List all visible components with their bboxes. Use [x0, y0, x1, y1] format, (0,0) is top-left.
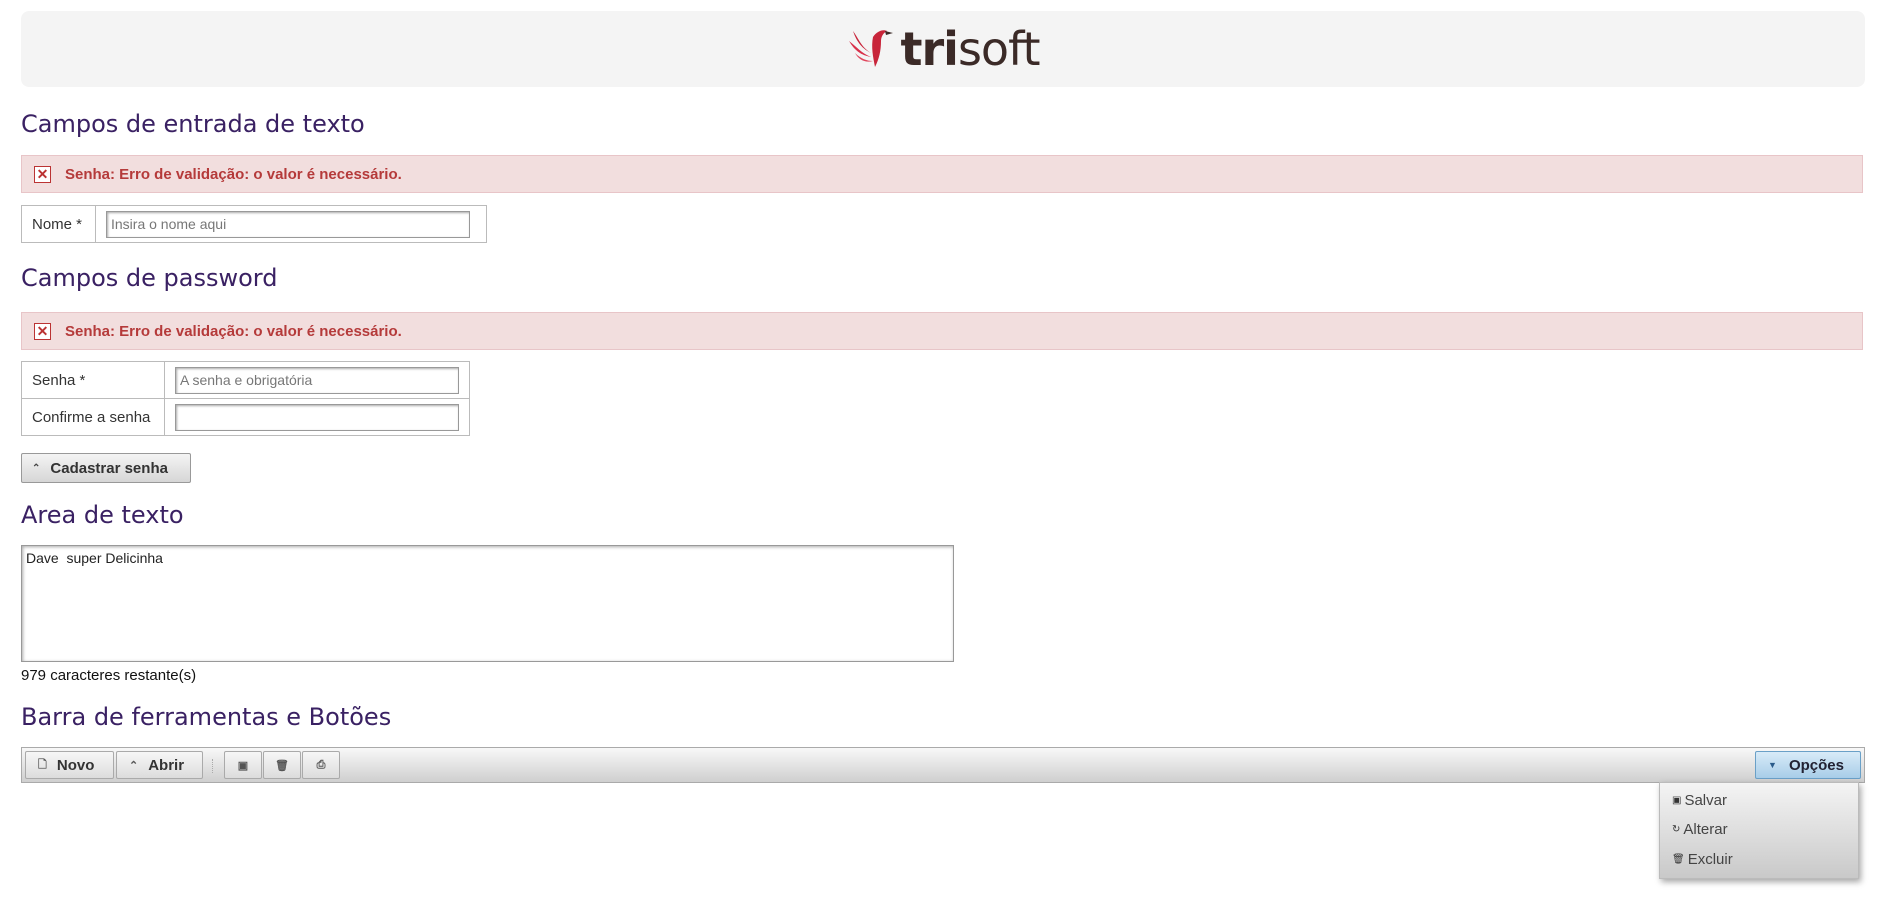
- trash-icon: 🗑: [1672, 854, 1685, 865]
- senha-input[interactable]: [175, 366, 459, 394]
- save-button[interactable]: ▣: [224, 751, 262, 779]
- novo-label: Novo: [56, 756, 95, 774]
- menu-item-excluir[interactable]: 🗑 Excluir: [1672, 851, 1733, 868]
- error-message-password: ✕ Senha: Erro de validação: o valor é ne…: [21, 312, 1863, 350]
- section-title-password: Campos de password: [21, 264, 278, 292]
- abrir-button[interactable]: ⌃ Abrir: [116, 751, 203, 779]
- caret-down-icon: ▼: [1768, 760, 1777, 770]
- opcoes-menu-button[interactable]: ▼ Opções: [1755, 751, 1861, 779]
- menu-item-label: Excluir: [1687, 851, 1733, 868]
- chevron-up-icon: ⌃: [129, 759, 139, 772]
- menu-item-salvar[interactable]: ▣ Salvar: [1672, 792, 1727, 809]
- abrir-label: Abrir: [148, 756, 185, 774]
- bird-logo-icon: [848, 30, 893, 67]
- opcoes-dropdown-menu: ▣ Salvar ↻ Alterar 🗑 Excluir: [1659, 782, 1859, 879]
- trash-icon: 🗑: [275, 759, 289, 772]
- toolbar-separator: [212, 759, 216, 773]
- print-button[interactable]: ⎙: [302, 751, 340, 779]
- section-title-toolbar: Barra de ferramentas e Botões: [21, 703, 392, 731]
- confirm-label: Confirme a senha: [21, 398, 165, 436]
- password-form: Senha * Confirme a senha: [21, 361, 470, 436]
- novo-button[interactable]: 🗋 Novo: [25, 751, 114, 779]
- cadastrar-senha-label: Cadastrar senha: [50, 459, 168, 477]
- section-title-textarea: Area de texto: [21, 501, 184, 529]
- character-counter: 979 caracteres restante(s): [21, 667, 197, 684]
- new-document-icon: 🗋: [38, 758, 47, 771]
- trisoft-logo: trisoft: [847, 25, 1040, 73]
- chevron-up-icon: ⌃: [32, 462, 41, 474]
- confirm-senha-input[interactable]: [175, 403, 459, 431]
- menu-item-alterar[interactable]: ↻ Alterar: [1672, 821, 1728, 838]
- error-text: Senha: Erro de validação: o valor é nece…: [65, 322, 402, 340]
- opcoes-label: Opções: [1788, 756, 1844, 774]
- cadastrar-senha-button[interactable]: ⌃ Cadastrar senha: [21, 453, 191, 483]
- senha-label: Senha *: [21, 361, 165, 399]
- save-icon: ▣: [237, 759, 249, 772]
- error-message: ✕ Senha: Erro de validação: o valor é ne…: [21, 155, 1863, 193]
- menu-item-label: Alterar: [1683, 821, 1728, 838]
- toolbar: 🗋 Novo ⌃ Abrir ▣ 🗑 ⎙ ▼ Opções: [21, 747, 1865, 783]
- name-label: Nome *: [21, 205, 96, 243]
- save-icon: ▣: [1672, 795, 1682, 806]
- text-area[interactable]: Dave super Delicinha: [21, 545, 954, 662]
- menu-item-label: Salvar: [1684, 792, 1727, 809]
- error-x-icon: ✕: [34, 322, 51, 340]
- name-input[interactable]: [106, 210, 470, 238]
- header-banner: trisoft: [21, 11, 1865, 87]
- refresh-icon: ↻: [1672, 824, 1681, 835]
- logo-text-bold: tri: [900, 22, 959, 76]
- delete-button[interactable]: 🗑: [263, 751, 301, 779]
- error-x-icon: ✕: [34, 165, 51, 183]
- print-icon: ⎙: [316, 758, 326, 771]
- logo-text-light: soft: [957, 22, 1041, 76]
- name-form: Nome *: [21, 205, 487, 243]
- section-title-text-inputs: Campos de entrada de texto: [21, 110, 365, 138]
- error-text: Senha: Erro de validação: o valor é nece…: [65, 165, 402, 183]
